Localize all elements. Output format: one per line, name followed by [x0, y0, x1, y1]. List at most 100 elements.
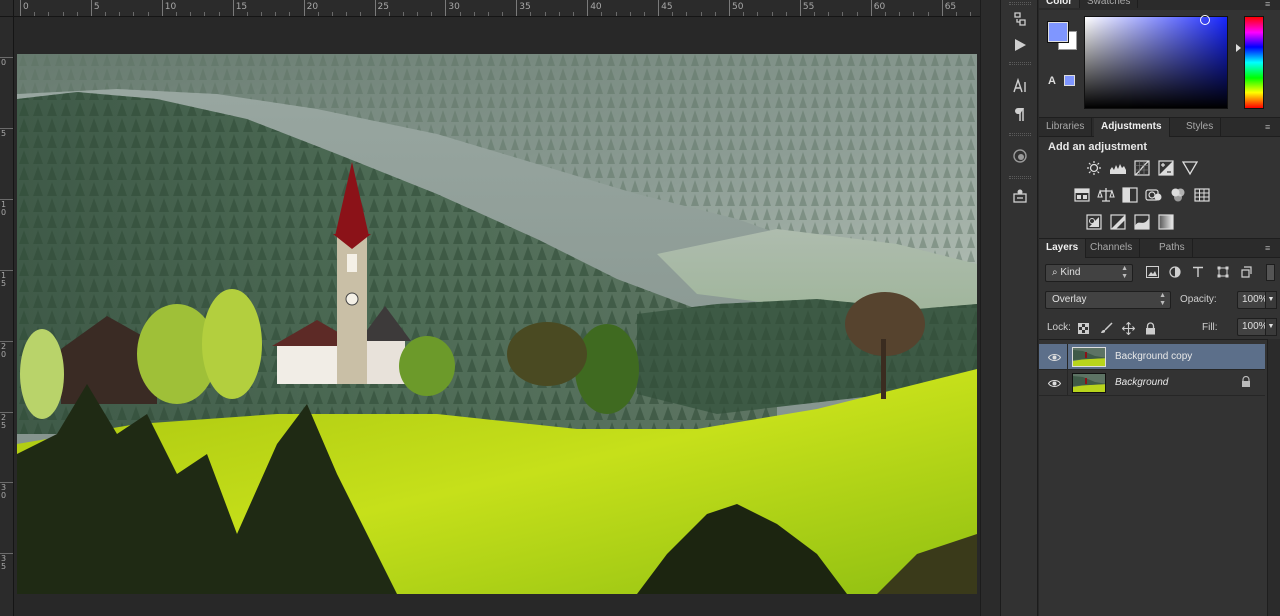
layer-name[interactable]: Background: [1115, 377, 1168, 388]
color-balance-icon[interactable]: [1097, 186, 1115, 204]
ruler-tick-label: 35: [519, 2, 531, 12]
brightness-contrast-icon[interactable]: [1085, 159, 1103, 177]
character-icon[interactable]: [1008, 75, 1032, 97]
threshold-icon[interactable]: [1133, 213, 1151, 231]
paragraph-icon[interactable]: [1008, 103, 1032, 125]
exposure-icon[interactable]: [1157, 159, 1175, 177]
panel-menu-icon[interactable]: ≡: [1265, 244, 1276, 253]
levels-icon[interactable]: [1109, 159, 1127, 177]
channel-mixer-icon[interactable]: [1169, 186, 1187, 204]
color-lookup-icon[interactable]: [1193, 186, 1211, 204]
ruler-minor-tick: [289, 12, 291, 16]
tab-styles[interactable]: Styles: [1179, 118, 1222, 137]
type-layer-filter-icon[interactable]: [1191, 265, 1205, 279]
clone-source-icon[interactable]: [1008, 145, 1032, 167]
strip-grip[interactable]: [1009, 2, 1031, 5]
filter-toggle-switch[interactable]: [1266, 264, 1275, 281]
photo-filter-icon[interactable]: [1145, 186, 1163, 204]
fill-field[interactable]: 100% ▼: [1237, 318, 1277, 336]
ruler-minor-tick: [388, 12, 390, 16]
layer-thumbnail[interactable]: [1072, 373, 1106, 393]
shape-layer-filter-icon[interactable]: [1216, 265, 1230, 279]
pixel-layer-filter-icon[interactable]: [1145, 265, 1159, 279]
web-safe-swatch[interactable]: [1064, 75, 1075, 86]
panel-menu-icon[interactable]: ≡: [1265, 0, 1276, 9]
ruler-minor-tick: [672, 12, 674, 16]
posterize-icon[interactable]: [1109, 213, 1127, 231]
ruler-tick-label: 3 0: [1, 483, 7, 501]
color-picker-cursor[interactable]: [1200, 15, 1210, 25]
chevron-down-icon[interactable]: ▼: [1265, 291, 1277, 309]
ruler-origin[interactable]: [0, 0, 14, 17]
strip-grip[interactable]: [1009, 62, 1031, 65]
gradient-map-icon[interactable]: [1157, 213, 1175, 231]
chevron-updown-icon: ▲ ▼: [1121, 265, 1128, 280]
fill-label: Fill:: [1202, 322, 1218, 333]
color-spectrum-field[interactable]: [1084, 15, 1228, 109]
tab-paths[interactable]: Paths: [1152, 239, 1193, 258]
hue-slider-arrow[interactable]: [1236, 44, 1241, 52]
document-canvas[interactable]: [17, 54, 977, 594]
hue-saturation-icon[interactable]: [1073, 186, 1091, 204]
lock-all-icon[interactable]: [1143, 321, 1157, 335]
layer-filter-kind[interactable]: ⌕ Kind ▲ ▼: [1045, 264, 1133, 282]
visibility-eye-icon[interactable]: [1047, 350, 1061, 364]
ruler-tick-label: 15: [235, 2, 248, 12]
tab-color[interactable]: Color: [1039, 0, 1081, 8]
ruler-minor-tick: [771, 12, 773, 16]
ruler-major-tick: [799, 0, 801, 16]
layers-scrollbar[interactable]: [1267, 339, 1280, 616]
layer-name[interactable]: Background copy: [1115, 351, 1192, 362]
play-action-icon[interactable]: [1008, 34, 1032, 56]
ruler-minor-tick: [955, 12, 957, 16]
vibrance-icon[interactable]: [1181, 159, 1199, 177]
tab-swatches[interactable]: Swatches: [1080, 0, 1139, 8]
strip-grip[interactable]: [1009, 133, 1031, 136]
divider: [1067, 370, 1068, 396]
brush-preset-icon[interactable]: [1008, 185, 1032, 207]
adjustment-layer-filter-icon[interactable]: [1168, 265, 1182, 279]
lock-transparent-pixels-icon[interactable]: [1076, 321, 1090, 335]
layer-thumbnail[interactable]: [1072, 347, 1106, 367]
ruler-minor-tick: [417, 12, 419, 16]
horizontal-ruler[interactable]: 0 5 10 15 20 25 30 35 40 45 50 55 60 65: [14, 0, 1000, 17]
chevron-down-icon[interactable]: ▼: [1265, 318, 1277, 336]
adjustments-title: Add an adjustment: [1048, 141, 1148, 153]
blend-mode-dropdown[interactable]: Overlay ▲ ▼: [1045, 291, 1171, 309]
dock-collapse-bar[interactable]: [980, 0, 1000, 616]
adjustments-tabbar: Libraries Adjustments Styles ≡: [1039, 118, 1280, 137]
lock-position-icon[interactable]: [1121, 321, 1135, 335]
lock-image-pixels-icon[interactable]: [1099, 321, 1113, 335]
ruler-major-tick: [516, 0, 518, 16]
document-workspace[interactable]: 0 5 10 15 20 25 30 35 40 45 50 55 60 65 051 01 52 02 …: [0, 0, 1000, 616]
gamut-warning-icon: A: [1048, 75, 1056, 87]
black-white-icon[interactable]: [1121, 186, 1139, 204]
ruler-major-tick: [729, 0, 730, 16]
opacity-field[interactable]: 100% ▼: [1237, 291, 1277, 309]
ruler-minor-tick: [246, 12, 248, 16]
ruler-tick-label: 50: [732, 2, 744, 12]
foreground-color-swatch[interactable]: [1047, 21, 1069, 43]
ruler-minor-tick: [842, 12, 844, 16]
ruler-minor-tick: [601, 12, 603, 16]
curves-icon[interactable]: [1133, 159, 1151, 177]
layer-lock-icon[interactable]: [1241, 375, 1253, 390]
strip-grip[interactable]: [1009, 176, 1031, 179]
tab-channels[interactable]: Channels: [1083, 239, 1141, 258]
layer-row-background[interactable]: Background: [1039, 370, 1265, 396]
history-icon[interactable]: [1008, 8, 1032, 30]
tab-layers[interactable]: Layers: [1039, 239, 1087, 258]
tab-adjustments[interactable]: Adjustments: [1094, 118, 1170, 137]
visibility-eye-icon[interactable]: [1047, 376, 1061, 390]
tab-libraries[interactable]: Libraries: [1039, 118, 1093, 137]
ruler-major-tick: [90, 0, 92, 16]
invert-icon[interactable]: [1085, 213, 1103, 231]
vertical-ruler[interactable]: 0 5 1 0 1 5 2 0 2 5 3 0 3 5: [0, 17, 14, 616]
ruler-minor-tick: [147, 12, 149, 16]
ruler-minor-tick: [119, 12, 121, 16]
divider: [1067, 344, 1068, 370]
hue-slider[interactable]: [1244, 16, 1264, 109]
panel-menu-icon[interactable]: ≡: [1265, 123, 1276, 132]
layer-row-background-copy[interactable]: Background copy: [1039, 344, 1265, 370]
smart-object-filter-icon[interactable]: [1240, 265, 1254, 279]
